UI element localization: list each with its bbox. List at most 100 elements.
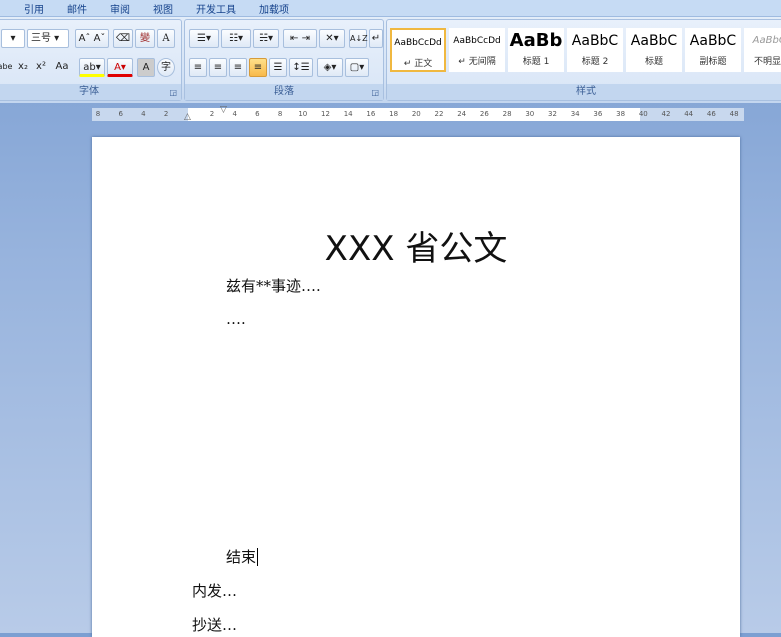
multilevel-list-button[interactable]: ☵▾: [253, 29, 279, 48]
end-line: 结束​: [226, 546, 259, 567]
style-name: 副标题: [699, 57, 727, 67]
style-sample: AaBbC: [630, 33, 678, 49]
shrink-font-icon[interactable]: Aˇ: [94, 33, 106, 44]
ribbon-tabs: 引用 邮件 审阅 视图 开发工具 加载项: [0, 0, 781, 17]
justify-button[interactable]: ≡: [249, 58, 267, 77]
chinese-layout-icon: ✕▾: [325, 33, 339, 44]
clear-format-button[interactable]: ⌫: [113, 29, 133, 48]
style-heading-1[interactable]: AaBb 标题 1: [508, 28, 564, 72]
ruler-number: 20: [411, 110, 421, 118]
dialog-launcher-icon[interactable]: ◲: [371, 88, 379, 97]
font-size-dropdown[interactable]: 三号 ▾: [27, 29, 69, 48]
char-border-button[interactable]: A: [157, 29, 175, 48]
enclose-char-button[interactable]: 字: [157, 58, 175, 77]
tab-mailings[interactable]: 邮件: [67, 1, 87, 16]
document-page[interactable]: XXX 省公文 兹有**事迹…. …. 结束​ 内发… 抄送…: [92, 137, 740, 637]
tab-references[interactable]: 引用: [24, 1, 44, 16]
font-group: ▾ 三号 ▾ Aˆ Aˇ ⌫ 變 A abe x₂ x² Aa ab▾ A▾ A…: [0, 19, 182, 101]
style-name: 标题: [644, 57, 663, 67]
style-normal[interactable]: AaBbCcDd ↵ 正文: [390, 28, 446, 72]
style-sample: AaBbC: [571, 33, 619, 49]
numbering-button[interactable]: ☷▾: [221, 29, 251, 48]
dialog-launcher-icon[interactable]: ◲: [169, 88, 177, 97]
style-name: ↵ 无间隔: [458, 57, 496, 67]
horizontal-ruler[interactable]: 8 6 4 2 2 4 6 8 10 12 14 16 18 20 22 24 26 28 30 32 34 36 38 40…: [92, 105, 744, 122]
tab-developer[interactable]: 开发工具: [196, 1, 236, 16]
ruler-number: 4: [141, 110, 146, 118]
tab-addins[interactable]: 加载项: [259, 1, 289, 16]
ruler-number: 10: [298, 110, 308, 118]
align-left-button[interactable]: ≡: [189, 58, 207, 77]
sort-button[interactable]: A↓Z: [349, 29, 368, 48]
style-title[interactable]: AaBbC 标题: [626, 28, 682, 72]
ruler-number: 6: [255, 110, 260, 118]
shading-button[interactable]: ◈▾: [317, 58, 343, 77]
document-title: XXX 省公文: [324, 229, 508, 269]
align-center-icon: ≡: [213, 62, 223, 73]
ribbon: ▾ 三号 ▾ Aˆ Aˇ ⌫ 變 A abe x₂ x² Aa ab▾ A▾ A…: [0, 17, 781, 103]
indent-icon: ⇤ ⇥: [290, 33, 310, 44]
ruler-number: 18: [389, 110, 399, 118]
strikethrough-button[interactable]: abe: [0, 58, 13, 77]
font-color-button[interactable]: A▾: [107, 58, 133, 77]
show-marks-button[interactable]: ↵: [369, 29, 383, 48]
font-color-icon: A: [114, 62, 121, 73]
change-case-button[interactable]: Aa: [51, 58, 73, 77]
paragraph-group: ☰▾ ☷▾ ☵▾ ⇤ ⇥ ✕▾ A↓Z ↵ ≡ ≡ ≡ ≡ ☰ ↕☰ ◈▾ ▢▾…: [184, 19, 384, 101]
ruler-number: 28: [502, 110, 512, 118]
internal-distribution-line: 内发…: [192, 582, 238, 600]
numbered-list-icon: ☷▾: [229, 33, 243, 44]
style-heading-2[interactable]: AaBbC 标题 2: [567, 28, 623, 72]
char-shading-button[interactable]: A: [137, 58, 155, 77]
styles-group: AaBbCcDd ↵ 正文 AaBbCcDd ↵ 无间隔 AaBb 标题 1 AaBb…: [386, 19, 781, 101]
font-size-value: 三号: [31, 33, 51, 44]
align-right-button[interactable]: ≡: [229, 58, 247, 77]
style-sample: AaBbCc: [752, 35, 781, 46]
end-text: 结束: [226, 548, 257, 566]
borders-button[interactable]: ▢▾: [345, 58, 369, 77]
line-spacing-button[interactable]: ↕☰: [289, 58, 313, 77]
style-sample: AaBbCcDd: [394, 38, 442, 48]
ruler-number: 30: [525, 110, 535, 118]
first-line-indent-marker[interactable]: ▽: [220, 105, 227, 115]
left-indent-marker[interactable]: △: [184, 112, 191, 122]
style-sample: AaBbCcDd: [453, 36, 501, 46]
ruler-number: 16: [366, 110, 376, 118]
subscript-button[interactable]: x₂: [15, 58, 31, 77]
font-name-dropdown[interactable]: ▾: [1, 29, 25, 48]
body-line-1: 兹有**事迹….: [226, 277, 321, 295]
style-name: ↵ 正文: [403, 59, 433, 69]
align-center-button[interactable]: ≡: [209, 58, 227, 77]
grow-shrink-font-buttons[interactable]: Aˆ Aˇ: [75, 29, 109, 48]
superscript-button[interactable]: x²: [33, 58, 49, 77]
cc-line: 抄送…: [192, 616, 238, 634]
bullets-button[interactable]: ☰▾: [189, 29, 219, 48]
style-name: 不明显强: [753, 57, 781, 67]
style-name: 标题 1: [522, 57, 550, 67]
phonetic-guide-button[interactable]: 變: [135, 29, 155, 48]
align-right-icon: ≡: [233, 62, 243, 73]
highlighter-icon: ab: [83, 62, 96, 73]
tab-review[interactable]: 审阅: [110, 1, 130, 16]
ruler-number: 26: [479, 110, 489, 118]
distribute-button[interactable]: ☰: [269, 58, 287, 77]
style-subtle-emphasis[interactable]: AaBbCc 不明显强: [744, 28, 781, 72]
style-subtitle[interactable]: AaBbC 副标题: [685, 28, 741, 72]
align-left-icon: ≡: [193, 62, 203, 73]
multilevel-list-icon: ☵▾: [259, 33, 273, 44]
highlight-button[interactable]: ab▾: [79, 58, 105, 77]
ruler-number: 36: [593, 110, 603, 118]
style-no-spacing[interactable]: AaBbCcDd ↵ 无间隔: [449, 28, 505, 72]
grow-font-icon[interactable]: Aˆ: [79, 33, 91, 44]
ruler-number: 8: [95, 110, 101, 118]
indent-buttons[interactable]: ⇤ ⇥: [283, 29, 317, 48]
ruler-number: 12: [321, 110, 330, 118]
tab-view[interactable]: 视图: [153, 1, 173, 16]
ruler-number: 48: [729, 110, 739, 118]
style-name: 标题 2: [581, 57, 609, 67]
chinese-layout-button[interactable]: ✕▾: [319, 29, 345, 48]
justify-icon: ≡: [253, 62, 263, 73]
ruler-number: 4: [232, 110, 237, 118]
line-spacing-icon: ↕☰: [292, 62, 310, 73]
style-sample: AaBbC: [689, 33, 737, 49]
